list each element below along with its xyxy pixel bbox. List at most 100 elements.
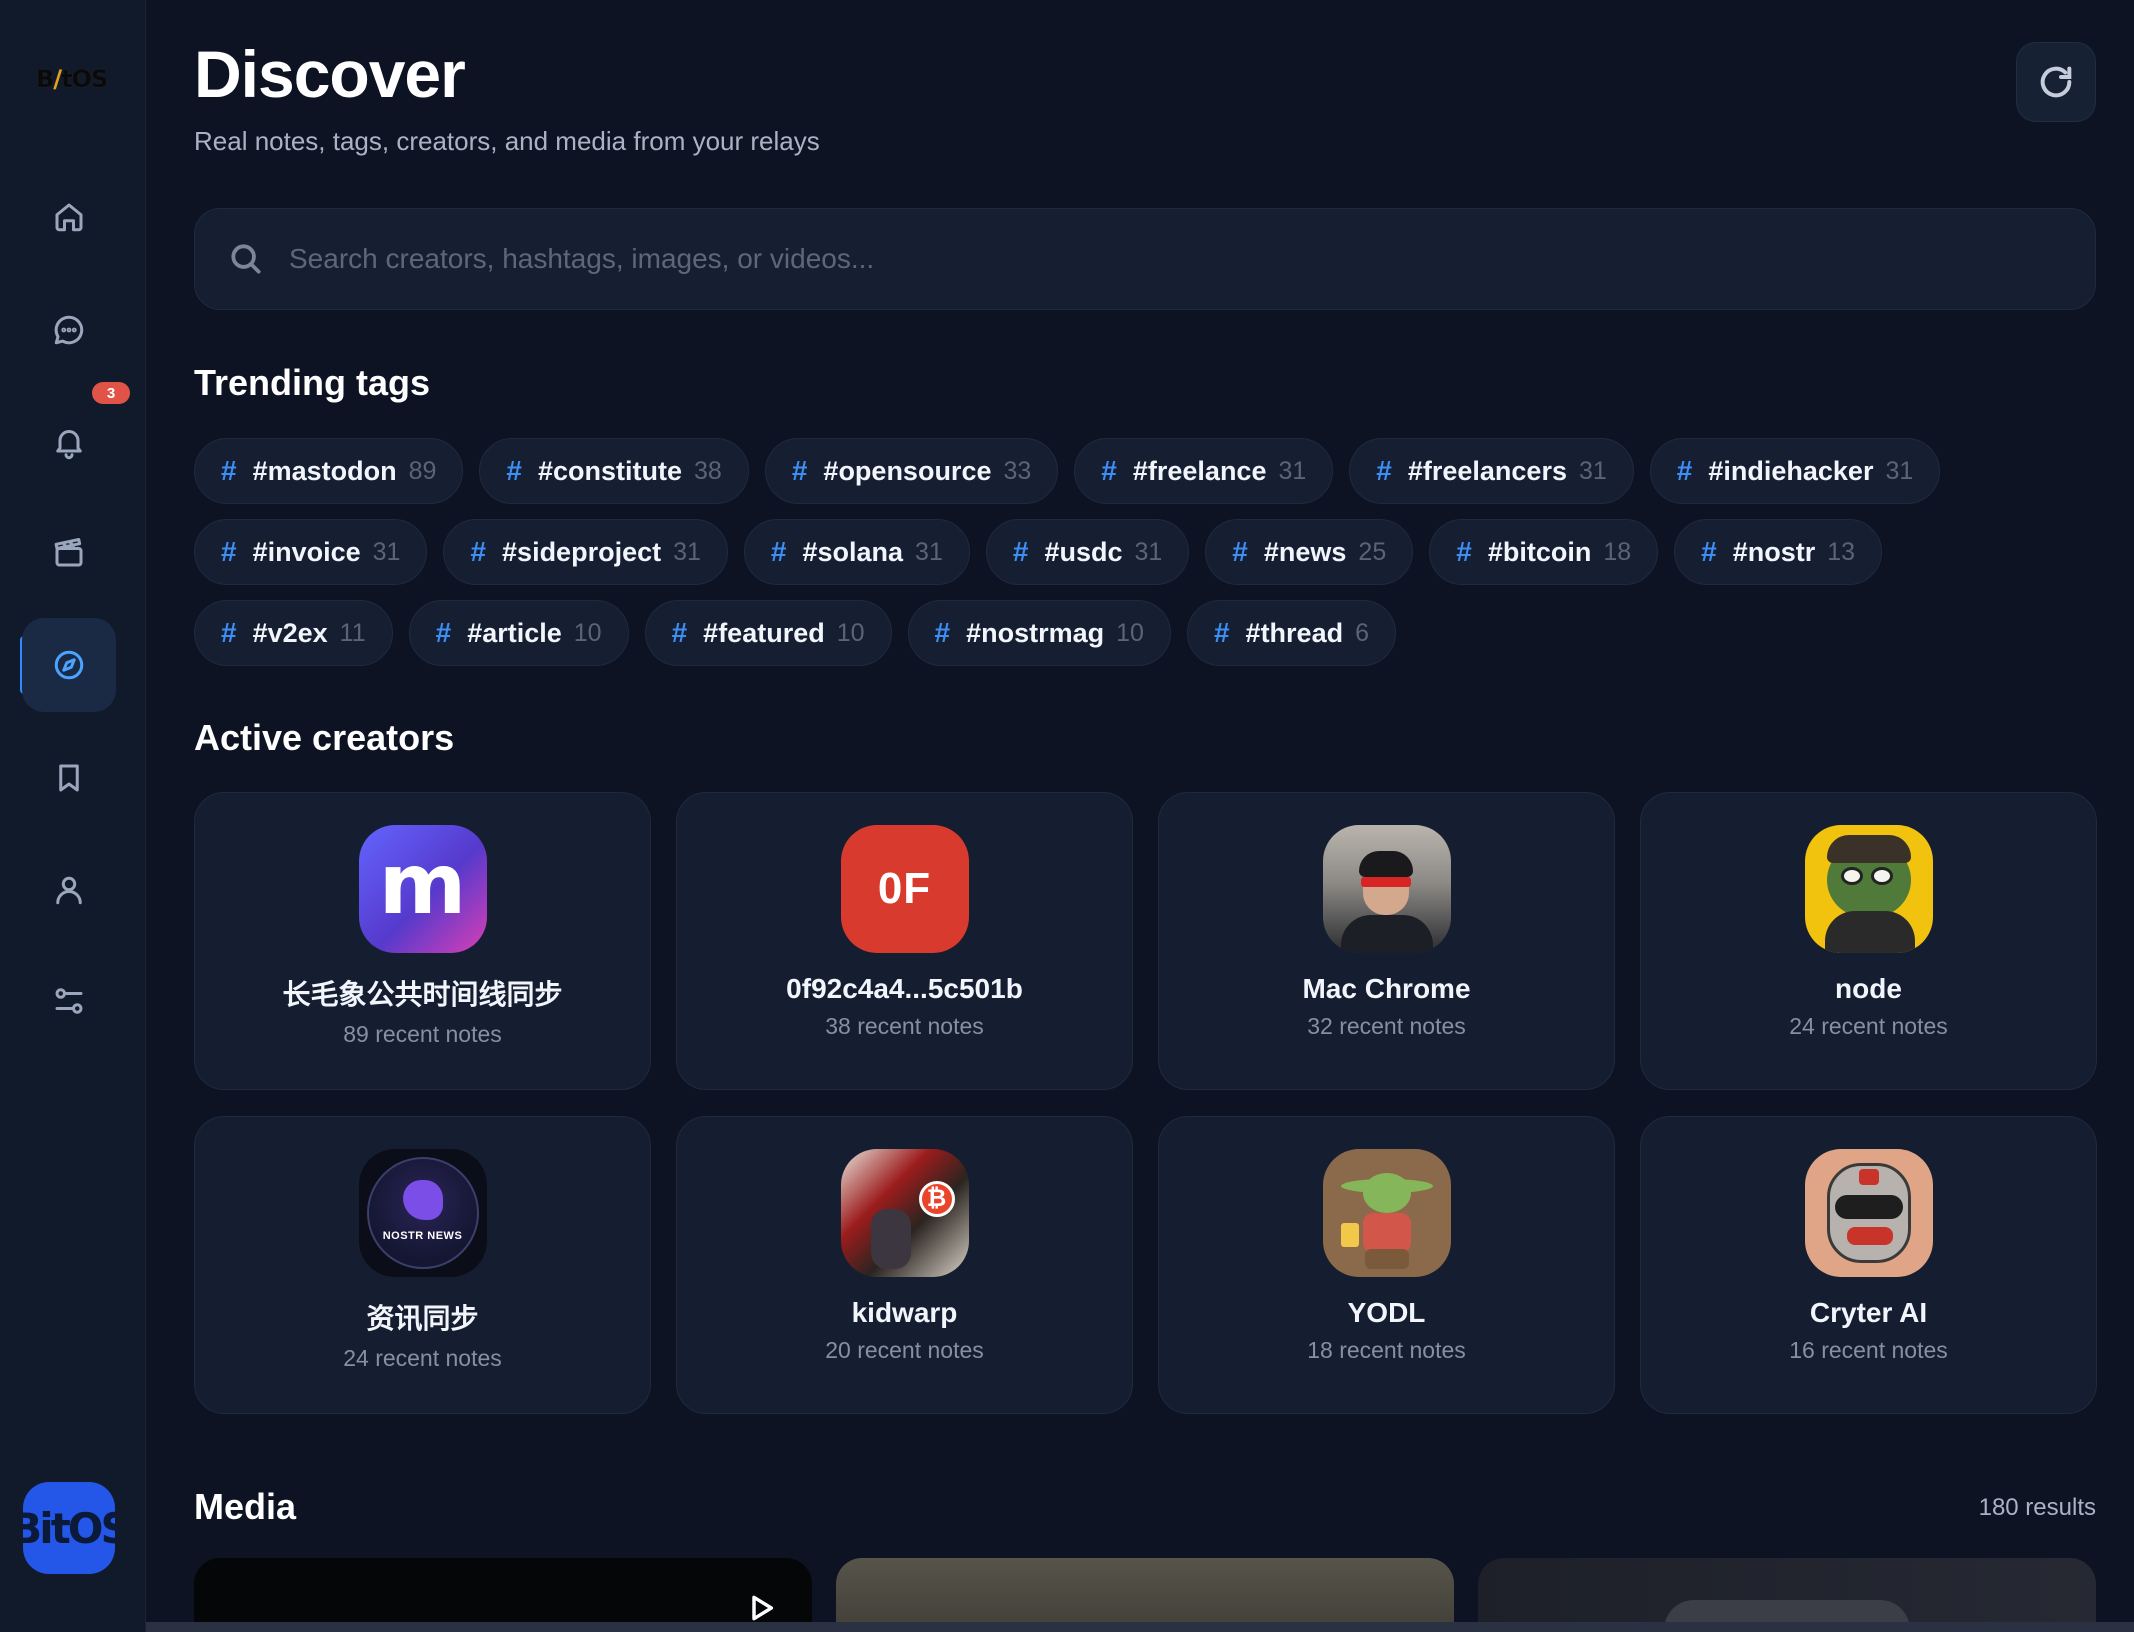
app-logo[interactable]: B/tOS (36, 66, 108, 92)
tag-chip[interactable]: # #mastodon 89 (194, 438, 464, 504)
user-avatar[interactable]: BitOS (23, 1482, 115, 1574)
creator-card[interactable]: NOSTR NEWS 资讯同步 24 recent notes (194, 1116, 651, 1414)
creator-name: 0f92c4a4...5c501b (786, 973, 1023, 1004)
clapperboard-icon (54, 538, 83, 567)
tag-chip[interactable]: # #bitcoin 18 (1429, 519, 1659, 585)
search-icon (231, 244, 261, 274)
tag-name: #constitute (538, 455, 683, 486)
avatar-text: 0F (877, 864, 932, 913)
tag-chip[interactable]: # #sideproject 31 (443, 519, 728, 585)
hashtag-icon: # (221, 455, 237, 486)
nav-messages[interactable] (22, 283, 116, 377)
search-bar[interactable] (194, 208, 2096, 310)
tag-chip[interactable]: # #v2ex 11 (194, 600, 393, 666)
app-root: B/tOS 3 BitOS Discover (0, 0, 2134, 1632)
creator-card[interactable]: Cryter AI 16 recent notes (1640, 1116, 2097, 1414)
hashtag-icon: # (1012, 536, 1029, 567)
creator-card[interactable]: m 长毛象公共时间线同步 89 recent notes (194, 792, 651, 1090)
creator-notes-count: 32 recent notes (1307, 1013, 1466, 1039)
tag-name: #freelance (1132, 455, 1267, 486)
tag-chip[interactable]: # #constitute 38 (479, 438, 749, 504)
nav-discover[interactable] (22, 618, 116, 712)
media-tile-video[interactable] (194, 1558, 812, 1632)
creator-notes-count: 89 recent notes (343, 1021, 502, 1047)
search-input[interactable] (289, 243, 2095, 275)
notification-badge: 3 (92, 382, 130, 404)
bell-icon (56, 430, 82, 460)
nav-home[interactable] (22, 170, 116, 264)
tag-name: #opensource (823, 455, 992, 486)
creator-card[interactable]: 0F 0f92c4a4...5c501b 38 recent notes (676, 792, 1133, 1090)
tag-chip[interactable]: # #indiehacker 31 (1649, 438, 1941, 504)
creator-name: YODL (1347, 1297, 1426, 1328)
tag-chip[interactable]: # #solana 31 (743, 519, 970, 585)
tag-count: 31 (1578, 456, 1607, 485)
creator-name: 长毛象公共时间线同步 (282, 979, 563, 1010)
tag-chip[interactable]: # #usdc 31 (985, 519, 1190, 585)
tag-chip[interactable]: # #freelance 31 (1074, 438, 1334, 504)
creator-name: 资讯同步 (366, 1303, 479, 1334)
tag-chip[interactable]: # #thread 6 (1186, 600, 1396, 666)
hashtag-icon: # (770, 536, 787, 567)
tag-chip[interactable]: # #nostr 13 (1674, 519, 1883, 585)
media-tile-image[interactable] (1478, 1558, 2096, 1632)
tag-count: 25 (1358, 537, 1387, 566)
creator-name: kidwarp (851, 1297, 958, 1328)
hashtag-icon: # (671, 617, 688, 648)
nav-videos[interactable] (22, 506, 116, 600)
creator-name: Cryter AI (1809, 1297, 1928, 1328)
tag-chip[interactable]: # #featured 10 (644, 600, 892, 666)
user-icon (56, 876, 82, 905)
tag-name: #indiehacker (1708, 455, 1874, 486)
creator-notes-count: 20 recent notes (825, 1337, 984, 1363)
tag-name: #featured (703, 617, 825, 648)
creator-avatar: NOSTR NEWS (358, 1149, 487, 1277)
hashtag-icon: # (1232, 536, 1248, 567)
tag-count: 10 (836, 618, 865, 647)
tag-count: 31 (1278, 456, 1307, 485)
media-results-count: 180 results (1978, 1494, 2096, 1521)
tag-row: # #v2ex 11 # #article 10 # #featured 10 # #nostrma… (194, 600, 1396, 666)
nav-notifications[interactable] (22, 395, 116, 489)
nav-settings[interactable] (22, 954, 116, 1048)
compass-icon (54, 650, 84, 680)
tag-count: 89 (408, 456, 437, 485)
tag-count: 10 (573, 618, 602, 647)
tag-chip[interactable]: # #nostrmag 10 (907, 600, 1171, 666)
tag-name: #invoice (252, 536, 361, 567)
page-subtitle: Real notes, tags, creators, and media fr… (194, 126, 820, 156)
tag-name: #v2ex (252, 617, 328, 648)
tag-chip[interactable]: # #article 10 (408, 600, 629, 666)
tag-chip[interactable]: # #opensource 33 (764, 438, 1059, 504)
tag-count: 31 (372, 537, 401, 566)
creator-avatar (1322, 1149, 1451, 1277)
media-tile-image[interactable] (836, 1558, 1454, 1632)
tag-chip[interactable]: # #freelancers 31 (1349, 438, 1634, 504)
home-icon (55, 203, 83, 232)
tag-name: #bitcoin (1487, 536, 1592, 567)
tag-count: 33 (1003, 456, 1032, 485)
tag-name: #sideproject (502, 536, 662, 567)
user-avatar-text: BitOS (23, 1503, 115, 1553)
creator-card[interactable]: node 24 recent notes (1640, 792, 2097, 1090)
creator-card[interactable]: Mac Chrome 32 recent notes (1158, 792, 1615, 1090)
tag-chip[interactable]: # #invoice 31 (194, 519, 428, 585)
tag-name: #article (467, 617, 562, 648)
tag-chip[interactable]: # #news 25 (1205, 519, 1414, 585)
creator-grid: m 长毛象公共时间线同步 89 recent notes 0F 0f92c4a4...5… (194, 792, 2097, 1414)
tag-count: 31 (915, 537, 943, 566)
hashtag-icon: # (791, 455, 808, 486)
media-title: Media (194, 1486, 297, 1527)
refresh-button[interactable] (2016, 42, 2096, 122)
hashtag-icon: # (435, 617, 452, 648)
creator-card[interactable]: YODL 18 recent notes (1158, 1116, 1615, 1414)
avatar-text: m (378, 835, 467, 933)
nav-bookmarks[interactable] (22, 731, 116, 825)
tag-name: #freelancers (1407, 455, 1567, 486)
nav-profile[interactable] (22, 843, 116, 937)
creator-notes-count: 38 recent notes (825, 1013, 984, 1039)
creator-card[interactable]: ₿ kidwarp 20 recent notes (676, 1116, 1133, 1414)
creator-name: node (1835, 973, 1902, 1004)
active-creators-title: Active creators (194, 717, 455, 758)
horizontal-scrollbar[interactable] (146, 1622, 2134, 1632)
